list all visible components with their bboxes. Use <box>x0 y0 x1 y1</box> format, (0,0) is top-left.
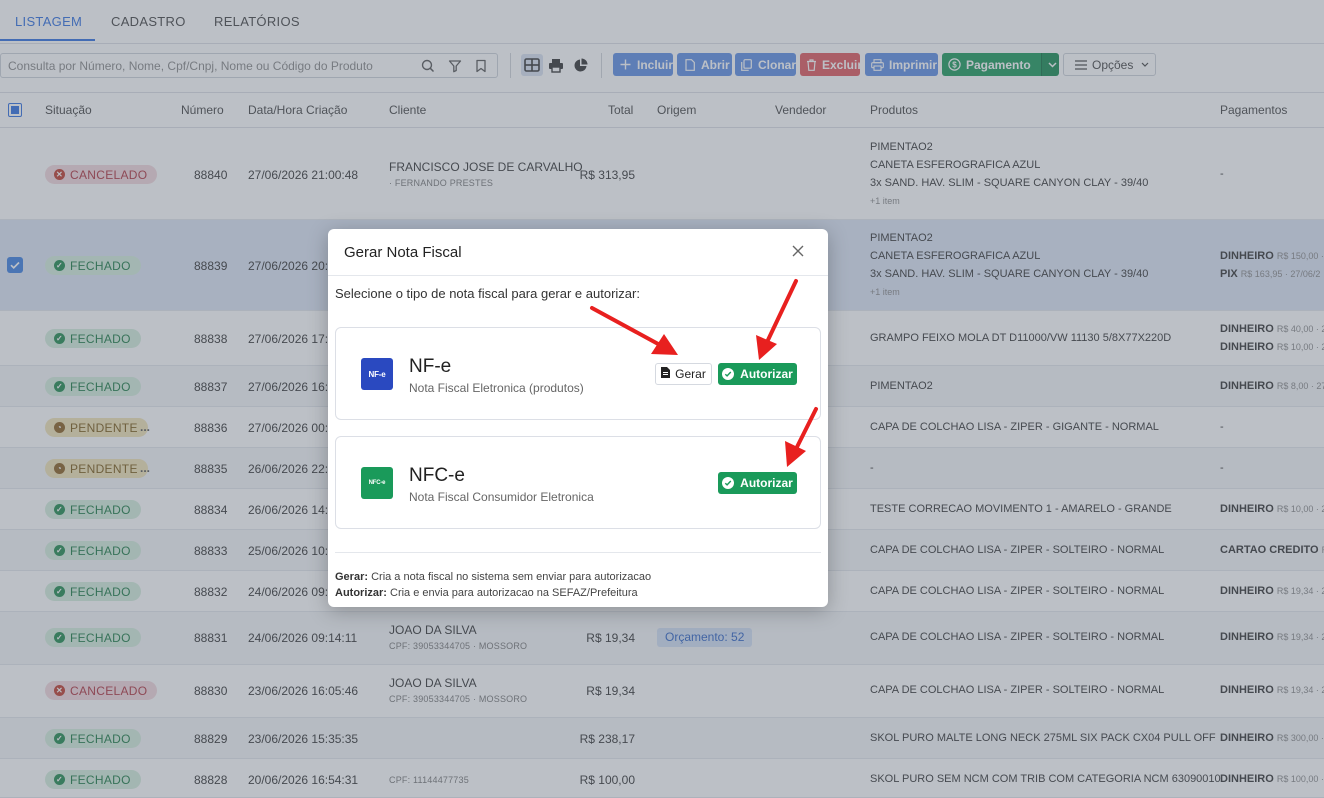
modal-divider <box>328 275 828 276</box>
autorizar-label: Autorizar <box>740 476 793 490</box>
autorizar-nfe-button[interactable]: Autorizar <box>718 363 797 385</box>
modal-title: Gerar Nota Fiscal <box>344 244 462 261</box>
file-icon <box>661 367 671 381</box>
autorizar-label: Autorizar <box>740 367 793 381</box>
modal-divider <box>335 552 821 553</box>
help-description: Cria e envia para autorizacao na SEFAZ/P… <box>386 587 638 599</box>
nfce-title: NFC-e <box>409 465 465 486</box>
close-icon[interactable] <box>790 243 806 259</box>
autorizar-nfce-button[interactable]: Autorizar <box>718 472 797 494</box>
help-label: Autorizar: <box>335 587 387 599</box>
gerar-nota-fiscal-modal: Gerar Nota Fiscal Selecione o tipo de no… <box>328 229 828 607</box>
help-text-gerar: Gerar: Cria a nota fiscal no sistema sem… <box>335 571 651 583</box>
modal-intro-text: Selecione o tipo de nota fiscal para ger… <box>335 286 640 301</box>
gerar-nfe-button[interactable]: Gerar <box>655 363 712 385</box>
gerar-label: Gerar <box>675 367 706 381</box>
nfce-subtitle: Nota Fiscal Consumidor Eletronica <box>409 490 594 504</box>
nfce-logo: NFC-e <box>361 467 393 499</box>
check-circle-icon <box>722 477 735 489</box>
nfe-card: NF-e NF-e Nota Fiscal Eletronica (produt… <box>335 327 821 420</box>
nfce-card: NFC-e NFC-e Nota Fiscal Consumidor Eletr… <box>335 436 821 529</box>
check-circle-icon <box>722 368 735 380</box>
help-description: Cria a nota fiscal no sistema sem enviar… <box>368 571 652 583</box>
help-text-autorizar: Autorizar: Cria e envia para autorizacao… <box>335 587 638 599</box>
nfe-logo: NF-e <box>361 358 393 390</box>
nfe-subtitle: Nota Fiscal Eletronica (produtos) <box>409 381 584 395</box>
nfe-title: NF-e <box>409 356 452 377</box>
help-label: Gerar: <box>335 571 369 583</box>
